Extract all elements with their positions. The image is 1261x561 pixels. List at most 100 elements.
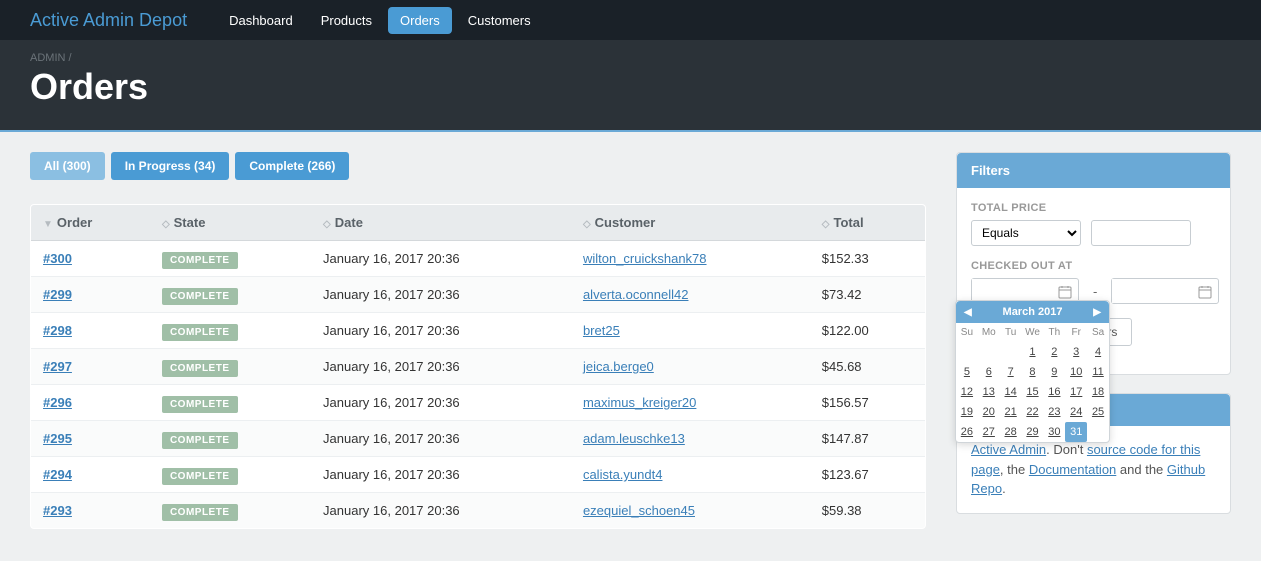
day-cell[interactable]: 6 — [978, 362, 1000, 382]
day-cell[interactable]: 21 — [1000, 402, 1022, 422]
day-cell[interactable]: 29 — [1022, 422, 1044, 442]
about-link-active-admin[interactable]: Active Admin — [971, 442, 1046, 457]
table-row: #297 COMPLETE January 16, 2017 20:36 jeica.… — [31, 349, 926, 385]
date-range-separator: - — [1089, 284, 1101, 299]
day-cell[interactable]: 23 — [1043, 402, 1065, 422]
state-badge: COMPLETE — [162, 252, 238, 269]
dow-label: Sa — [1087, 323, 1109, 342]
orders-table: ▼Order◇State◇Date◇Customer◇Total #300 COM… — [30, 204, 926, 529]
nav-item-customers[interactable]: Customers — [456, 7, 543, 34]
sort-icon: ◇ — [162, 219, 170, 230]
scope-tabs: All (300)In Progress (34)Complete (266) — [30, 152, 926, 180]
day-cell[interactable]: 10 — [1065, 362, 1087, 382]
date-cell: January 16, 2017 20:36 — [311, 241, 571, 277]
customer-link[interactable]: ezequiel_schoen45 — [583, 503, 695, 518]
order-link[interactable]: #298 — [43, 323, 72, 338]
day-cell[interactable]: 2 — [1043, 342, 1065, 362]
customer-link[interactable]: bret25 — [583, 323, 620, 338]
table-row: #299 COMPLETE January 16, 2017 20:36 alvert… — [31, 277, 926, 313]
datepicker-month: March 2017 — [1003, 306, 1063, 318]
col-header-order[interactable]: ▼Order — [31, 205, 150, 241]
dow-label: Th — [1043, 323, 1065, 342]
total-cell: $45.68 — [810, 349, 926, 385]
date-cell: January 16, 2017 20:36 — [311, 457, 571, 493]
day-cell[interactable]: 18 — [1087, 382, 1109, 402]
breadcrumb: ADMIN / — [30, 52, 1231, 64]
col-header-state[interactable]: ◇State — [150, 205, 311, 241]
date-cell: January 16, 2017 20:36 — [311, 349, 571, 385]
about-link-docs[interactable]: Documentation — [1029, 462, 1116, 477]
col-header-customer[interactable]: ◇Customer — [571, 205, 810, 241]
date-to-field[interactable] — [1111, 278, 1219, 304]
customer-link[interactable]: jeica.berge0 — [583, 359, 654, 374]
nav-item-orders[interactable]: Orders — [388, 7, 452, 34]
state-badge: COMPLETE — [162, 468, 238, 485]
day-cell[interactable]: 12 — [956, 382, 978, 402]
scope-tab[interactable]: Complete (266) — [235, 152, 349, 180]
order-link[interactable]: #296 — [43, 395, 72, 410]
scope-tab[interactable]: All (300) — [30, 152, 105, 180]
day-cell[interactable]: 25 — [1087, 402, 1109, 422]
day-cell[interactable]: 28 — [1000, 422, 1022, 442]
sort-icon: ◇ — [323, 219, 331, 230]
day-cell[interactable]: 24 — [1065, 402, 1087, 422]
order-link[interactable]: #294 — [43, 467, 72, 482]
day-cell[interactable]: 5 — [956, 362, 978, 382]
day-cell[interactable]: 16 — [1043, 382, 1065, 402]
filters-title: Filters — [957, 153, 1230, 188]
day-cell[interactable]: 19 — [956, 402, 978, 422]
day-cell[interactable]: 17 — [1065, 382, 1087, 402]
next-month-icon[interactable]: ▶ — [1093, 307, 1101, 318]
prev-month-icon[interactable]: ◀ — [964, 307, 972, 318]
nav-item-products[interactable]: Products — [309, 7, 384, 34]
customer-link[interactable]: calista.yundt4 — [583, 467, 663, 482]
total-cell: $73.42 — [810, 277, 926, 313]
day-cell[interactable]: 8 — [1022, 362, 1044, 382]
col-header-date[interactable]: ◇Date — [311, 205, 571, 241]
customer-link[interactable]: wilton_cruickshank78 — [583, 251, 707, 266]
sort-desc-icon: ▼ — [43, 219, 53, 230]
total-price-operator-select[interactable]: Equals — [971, 220, 1081, 246]
table-row: #296COMPLETEJanuary 16, 2017 20:36maximu… — [31, 385, 926, 421]
order-link[interactable]: #299 — [43, 287, 72, 302]
state-badge: COMPLETE — [162, 288, 238, 305]
customer-link[interactable]: alverta.oconnell42 — [583, 287, 689, 302]
nav-item-dashboard[interactable]: Dashboard — [217, 7, 305, 34]
day-cell[interactable]: 11 — [1087, 362, 1109, 382]
date-cell: January 16, 2017 20:36 — [311, 421, 571, 457]
brand-link[interactable]: Active Admin Depot — [30, 10, 187, 31]
customer-link[interactable]: maximus_kreiger20 — [583, 395, 696, 410]
customer-link[interactable]: adam.leuschke13 — [583, 431, 685, 446]
table-row: #295COMPLETEJanuary 16, 2017 20:36adam.l… — [31, 421, 926, 457]
order-link[interactable]: #293 — [43, 503, 72, 518]
day-cell[interactable]: 27 — [978, 422, 1000, 442]
date-cell: January 16, 2017 20:36 — [311, 277, 571, 313]
calendar-icon — [1192, 283, 1218, 299]
sort-icon: ◇ — [822, 219, 830, 230]
order-link[interactable]: #300 — [43, 251, 72, 266]
day-cell[interactable]: 14 — [1000, 382, 1022, 402]
order-link[interactable]: #295 — [43, 431, 72, 446]
state-badge: COMPLETE — [162, 360, 238, 377]
total-price-input[interactable] — [1091, 220, 1191, 246]
day-cell[interactable]: 31 — [1065, 422, 1087, 442]
day-cell[interactable]: 13 — [978, 382, 1000, 402]
day-cell[interactable]: 26 — [956, 422, 978, 442]
total-cell: $122.00 — [810, 313, 926, 349]
day-cell[interactable]: 4 — [1087, 342, 1109, 362]
day-cell[interactable]: 3 — [1065, 342, 1087, 362]
day-cell[interactable]: 1 — [1022, 342, 1044, 362]
calendar-icon — [1052, 283, 1078, 299]
dow-label: Fr — [1065, 323, 1087, 342]
date-to-input[interactable] — [1112, 279, 1192, 303]
day-cell[interactable]: 7 — [1000, 362, 1022, 382]
order-link[interactable]: #297 — [43, 359, 72, 374]
day-cell[interactable]: 30 — [1043, 422, 1065, 442]
day-cell[interactable]: 9 — [1043, 362, 1065, 382]
filters-panel: Filters TOTAL PRICE Equals CHECKED OUT A… — [956, 152, 1231, 375]
day-cell[interactable]: 20 — [978, 402, 1000, 422]
day-cell[interactable]: 15 — [1022, 382, 1044, 402]
scope-tab[interactable]: In Progress (34) — [111, 152, 230, 180]
col-header-total[interactable]: ◇Total — [810, 205, 926, 241]
day-cell[interactable]: 22 — [1022, 402, 1044, 422]
